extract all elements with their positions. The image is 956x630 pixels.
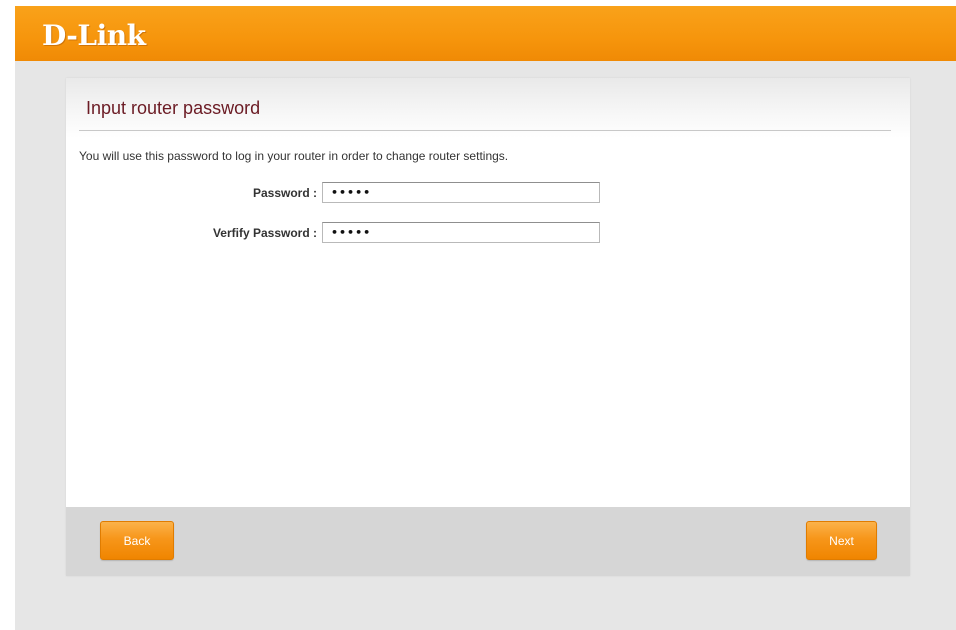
dlink-logo: D-Link [42,19,146,52]
wizard-panel: Input router password You will use this … [66,78,910,576]
verify-password-label: Verfify Password : [212,226,317,240]
next-button[interactable]: Next [806,521,877,560]
verify-password-field[interactable] [322,222,600,243]
back-button[interactable]: Back [100,521,174,560]
page-description: You will use this password to log in you… [79,149,509,163]
password-field[interactable] [322,182,600,203]
page-frame: D-Link Input router password You will us… [15,6,956,630]
password-label: Password : [252,186,317,200]
wizard-footer: Back Next [66,507,910,576]
title-divider [79,130,891,131]
page-title: Input router password [86,98,261,118]
brand-header: D-Link [15,6,956,61]
